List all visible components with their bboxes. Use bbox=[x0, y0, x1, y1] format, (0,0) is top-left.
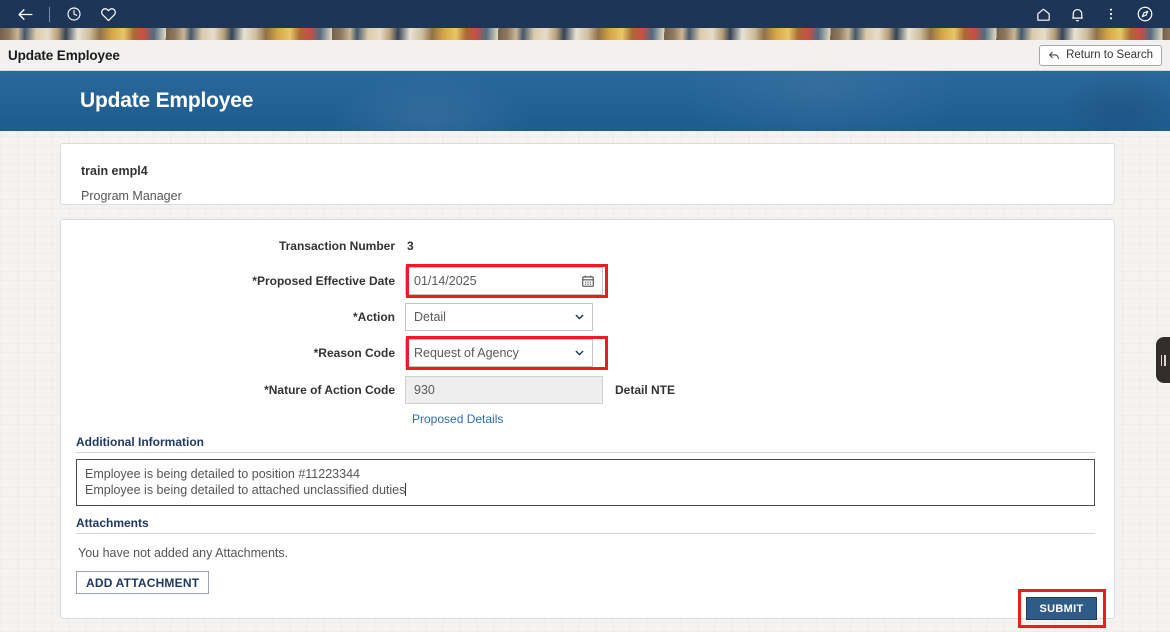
chevron-down-icon[interactable] bbox=[574, 348, 585, 359]
additional-information-rule bbox=[76, 452, 1095, 453]
add-attachment-label: ADD ATTACHMENT bbox=[86, 576, 199, 590]
text-caret bbox=[405, 483, 406, 496]
chevron-down-icon[interactable] bbox=[574, 312, 585, 323]
reason-code-select[interactable]: Request of Agency bbox=[405, 339, 593, 367]
additional-info-line-2: Employee is being detailed to attached u… bbox=[85, 483, 405, 497]
back-arrow-icon[interactable] bbox=[8, 0, 42, 28]
submit-button-label: SUBMIT bbox=[1040, 603, 1084, 615]
row-transaction-number: Transaction Number 3 bbox=[60, 239, 414, 253]
page-title: Update Employee bbox=[80, 89, 253, 113]
detail-nte-label: Detail NTE bbox=[615, 383, 675, 397]
action-select[interactable]: Detail bbox=[405, 303, 593, 331]
page-header-bar: Update Employee Return to Search bbox=[0, 40, 1170, 71]
additional-info-line-1: Employee is being detailed to position #… bbox=[85, 466, 1086, 482]
transaction-number-label: Transaction Number bbox=[60, 239, 405, 253]
home-icon[interactable] bbox=[1026, 0, 1060, 28]
attachments-heading: Attachments bbox=[76, 516, 149, 530]
proposed-effective-date-input[interactable]: 01/14/2025 bbox=[405, 267, 603, 295]
return-to-search-label: Return to Search bbox=[1066, 49, 1153, 61]
nature-of-action-code-label: *Nature of Action Code bbox=[60, 383, 405, 397]
employee-summary-card: train empl4 Program Manager bbox=[60, 143, 1115, 205]
panel-pull-tab[interactable] bbox=[1156, 337, 1170, 383]
favorites-heart-icon[interactable] bbox=[91, 0, 125, 28]
attachments-empty-message: You have not added any Attachments. bbox=[78, 546, 288, 560]
topnav-divider bbox=[49, 7, 50, 22]
add-attachment-button[interactable]: ADD ATTACHMENT bbox=[76, 571, 209, 594]
proposed-details-link[interactable]: Proposed Details bbox=[412, 412, 503, 426]
return-arrow-icon bbox=[1048, 49, 1061, 62]
proposed-effective-date-label: *Proposed Effective Date bbox=[60, 274, 405, 288]
reason-code-value: Request of Agency bbox=[414, 346, 519, 360]
navigator-compass-icon[interactable] bbox=[1128, 0, 1162, 28]
pause-bars-icon bbox=[1161, 355, 1166, 366]
action-value: Detail bbox=[414, 310, 446, 324]
row-reason-code: *Reason Code Request of Agency bbox=[60, 339, 593, 367]
transaction-number-value: 3 bbox=[405, 239, 414, 253]
page-header-title: Update Employee bbox=[8, 48, 120, 63]
recents-clock-icon[interactable] bbox=[57, 0, 91, 28]
submit-button[interactable]: SUBMIT bbox=[1026, 597, 1097, 620]
proposed-effective-date-value: 01/14/2025 bbox=[414, 274, 477, 288]
action-label: *Action bbox=[60, 310, 405, 324]
row-proposed-effective-date: *Proposed Effective Date 01/14/2025 bbox=[60, 267, 603, 295]
page-banner: Update Employee bbox=[0, 71, 1170, 131]
attachments-rule bbox=[76, 533, 1095, 534]
decorative-photo-strip bbox=[0, 28, 1170, 40]
row-nature-of-action-code: *Nature of Action Code 930 Detail NTE bbox=[60, 376, 675, 404]
notifications-bell-icon[interactable] bbox=[1060, 0, 1094, 28]
topnav-right-group bbox=[1026, 0, 1162, 28]
additional-info-line-2-wrapper: Employee is being detailed to attached u… bbox=[85, 482, 1086, 498]
employee-job-title: Program Manager bbox=[81, 189, 182, 203]
nature-of-action-code-value: 930 bbox=[414, 383, 435, 397]
return-to-search-button[interactable]: Return to Search bbox=[1039, 45, 1162, 66]
top-navigation-bar bbox=[0, 0, 1170, 28]
nature-of-action-code-input[interactable]: 930 bbox=[405, 376, 603, 404]
additional-information-textarea[interactable]: Employee is being detailed to position #… bbox=[76, 459, 1095, 506]
topnav-left-group bbox=[8, 0, 125, 28]
reason-code-label: *Reason Code bbox=[60, 346, 405, 360]
employee-name: train empl4 bbox=[81, 164, 148, 178]
additional-information-heading: Additional Information bbox=[76, 435, 204, 449]
row-action: *Action Detail bbox=[60, 303, 593, 331]
actions-kebab-icon[interactable] bbox=[1094, 0, 1128, 28]
calendar-icon[interactable] bbox=[581, 274, 595, 288]
